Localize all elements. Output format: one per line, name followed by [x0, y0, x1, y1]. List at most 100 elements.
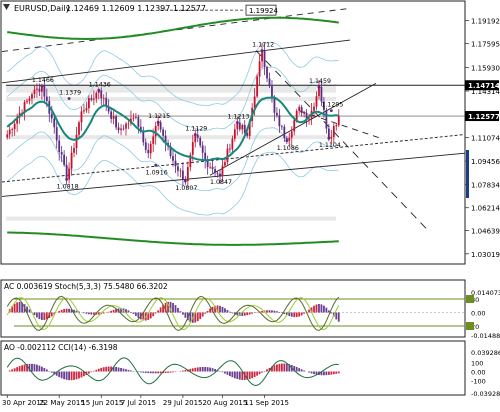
ao-histogram-bar — [296, 367, 298, 372]
ao-histogram-bar — [224, 372, 226, 374]
ao-histogram-bar — [184, 370, 186, 371]
ac-histogram-bar — [16, 302, 18, 312]
annotation-label: 1.1436 — [89, 81, 111, 88]
ao-histogram-bar — [36, 365, 38, 372]
ao-histogram-bar — [286, 364, 288, 372]
candle-body — [217, 173, 219, 174]
candle-body — [29, 99, 31, 101]
ac-histogram-bar — [303, 313, 305, 314]
candle-body — [103, 98, 105, 99]
candle-body — [229, 149, 231, 150]
ac-histogram-bar — [157, 310, 159, 312]
cci-tick-label: 100 — [471, 360, 483, 368]
candle-body — [293, 120, 295, 131]
ao-histogram-bar — [276, 364, 278, 371]
candle-body — [214, 169, 216, 173]
ao-histogram-bar — [194, 368, 196, 372]
candle-body — [335, 125, 337, 126]
ao-histogram-bar — [41, 367, 43, 372]
ac-histogram-bar — [66, 309, 68, 313]
ac-histogram-bar — [36, 313, 38, 318]
candle-body — [11, 129, 13, 130]
ac-histogram-bar — [316, 304, 318, 312]
chart-root: 1.191921.175951.159301.143141.125771.110… — [0, 0, 500, 408]
candle-body — [137, 117, 139, 127]
ac-histogram-bar — [251, 313, 253, 314]
candle-body — [93, 99, 95, 100]
annotation-label: 1.1213 — [227, 113, 249, 120]
candle-body — [325, 110, 327, 128]
ao-histogram-bar — [283, 364, 285, 372]
ao-histogram-bar — [108, 367, 110, 372]
ac-histogram-bar — [199, 313, 201, 320]
ma-value-label: 1.19924 — [249, 7, 278, 15]
cci-axis: 0.0392861000.00-100-0.039288 — [471, 349, 500, 398]
ac-histogram-bar — [318, 304, 320, 313]
candle-body — [51, 114, 53, 119]
ao-histogram-bar — [61, 372, 63, 379]
candle-body — [95, 93, 97, 99]
candle-body — [283, 127, 285, 138]
ac-histogram-bar — [231, 313, 233, 314]
time-tick-label: 29 Jul 2015 — [163, 399, 203, 407]
level-band — [6, 217, 336, 221]
candle-body — [264, 51, 266, 68]
ao-histogram-bar — [256, 372, 258, 376]
ac-histogram-bar — [103, 313, 105, 314]
ao-histogram-bar — [51, 372, 53, 373]
ac-histogram-bar — [291, 313, 293, 317]
candle-body — [269, 78, 271, 86]
candle-body — [63, 155, 65, 165]
ac-histogram-bar — [93, 313, 95, 315]
ao-histogram-bar — [118, 367, 120, 371]
candle-body — [231, 139, 233, 150]
candle-body — [86, 108, 88, 110]
ac-histogram-bar — [135, 313, 137, 316]
level-price-text: 1.14714 — [468, 82, 500, 90]
ao-histogram-bar — [323, 372, 325, 376]
ao-histogram-bar — [172, 372, 174, 373]
candle-body — [234, 129, 236, 138]
price-tick-label: 1.19192 — [471, 18, 500, 26]
ao-histogram-bar — [46, 369, 48, 371]
ao-histogram-bar — [157, 372, 159, 374]
pivot-dot — [40, 85, 43, 88]
ao-histogram-bar — [209, 368, 211, 372]
ao-histogram-bar — [234, 372, 236, 379]
ac-histogram-bar — [86, 313, 88, 314]
ac-histogram-bar — [338, 313, 340, 322]
current-price-text: 1.12577 — [468, 113, 500, 121]
candle-body — [207, 160, 209, 167]
ac-histogram-bar — [207, 311, 209, 313]
candle-body — [199, 138, 201, 145]
ac-histogram-bar — [150, 313, 152, 319]
time-axis: 30 Apr 201522 May 201515 Jun 20157 Jul 2… — [2, 395, 289, 407]
candle-body — [160, 122, 162, 129]
candle-body — [83, 110, 85, 111]
candle-body — [43, 86, 45, 97]
ao-histogram-bar — [155, 372, 157, 374]
candle-body — [162, 129, 164, 135]
annotation-label: 1.1129 — [185, 126, 207, 133]
pivot-dot — [219, 174, 222, 177]
ao-histogram-bar — [78, 372, 80, 379]
candle-body — [145, 142, 147, 150]
pivot-dot — [154, 164, 157, 167]
ao-histogram-bar — [236, 372, 238, 380]
ao-histogram-bar — [150, 372, 152, 374]
ao-histogram-bar — [11, 369, 13, 371]
ac-histogram-bar — [128, 310, 130, 312]
candle-body — [71, 153, 73, 169]
ao-histogram-bar — [63, 372, 65, 380]
ac-histogram-bar — [63, 309, 65, 312]
ao-histogram-bar — [266, 369, 268, 371]
ac-histogram-bar — [160, 307, 162, 312]
annotation-label: 1.1379 — [59, 90, 81, 97]
ac-histogram-bar — [276, 311, 278, 312]
ao-histogram-bar — [197, 367, 199, 371]
ao-histogram-bar — [90, 372, 92, 373]
ao-histogram-bar — [58, 372, 60, 378]
ao-histogram-bar — [16, 367, 18, 371]
annotation-label: 1.1459 — [309, 78, 331, 85]
candle-body — [276, 113, 278, 115]
